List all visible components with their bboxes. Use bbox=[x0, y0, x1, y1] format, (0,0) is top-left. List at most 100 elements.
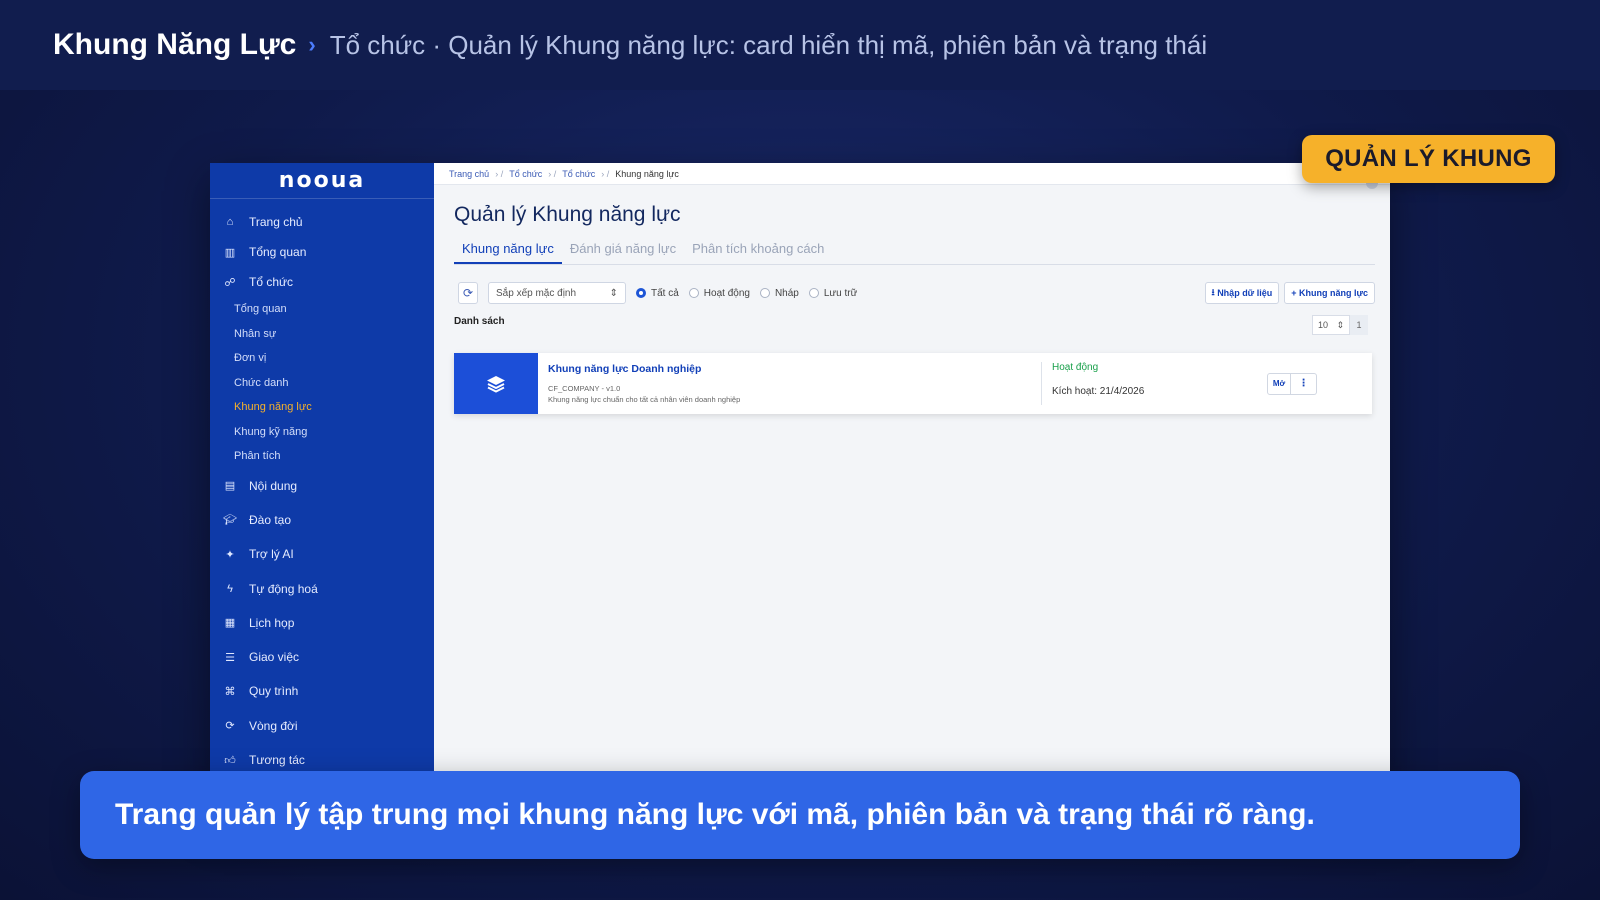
filter-label: Nháp bbox=[774, 287, 799, 299]
activation-date: Kích hoạt: 21/4/2026 bbox=[1052, 386, 1145, 397]
tab-bar: Khung năng lực Đánh giá năng lực Phân tí… bbox=[454, 237, 1375, 265]
cycle-icon: ⟳ bbox=[225, 720, 235, 733]
sidebar-item-label: Tổ chức bbox=[249, 275, 294, 289]
breadcrumb: Trang chủ › / Tổ chức › / Tổ chức › / Kh… bbox=[434, 163, 1390, 185]
section-badge: QUẢN LÝ KHUNG bbox=[1302, 135, 1555, 183]
filter-label: Hoạt động bbox=[703, 287, 750, 299]
page-title: Quản lý Khung năng lực bbox=[454, 203, 681, 226]
sidebar-item-content[interactable]: ▤ Nội dung bbox=[210, 469, 434, 503]
tasks-icon: ☰ bbox=[225, 651, 235, 664]
sidebar-item-training[interactable]: 🎓︎ Đào tạo bbox=[210, 503, 434, 537]
sidebar-subitem-personnel[interactable]: Nhân sự bbox=[210, 322, 434, 347]
refresh-button[interactable]: ⟳ bbox=[458, 282, 478, 304]
import-data-label: Nhập dữ liệu bbox=[1217, 288, 1273, 298]
caption-banner: Trang quản lý tập trung mọi khung năng l… bbox=[80, 771, 1520, 859]
org-icon: ☍ bbox=[224, 276, 236, 289]
radio-icon bbox=[688, 288, 699, 298]
sidebar: nooua ⌂ Trang chủ ▥ Tổng quan ☍ Tổ chức … bbox=[210, 163, 434, 813]
header-title: Khung Năng Lực bbox=[53, 28, 297, 61]
radio-icon bbox=[636, 288, 646, 298]
filter-all[interactable]: Tất cả bbox=[636, 288, 679, 299]
card-body: Khung năng lực Doanh nghiệp CF_COMPANY -… bbox=[538, 353, 1041, 414]
sidebar-item-label: Lịch họp bbox=[249, 615, 295, 630]
sidebar-item-automation[interactable]: ϟ Tự động hoá bbox=[210, 571, 434, 605]
thumbs-up-icon: 👍︎ bbox=[224, 754, 236, 767]
sort-select-value: Sắp xếp mặc định bbox=[496, 287, 577, 299]
sidebar-item-label: Tự động hoá bbox=[249, 581, 318, 596]
sidebar-item-label: Đào tạo bbox=[249, 512, 292, 527]
sidebar-item-label: Nội dung bbox=[249, 478, 298, 493]
sidebar-item-overview[interactable]: ▥ Tổng quan bbox=[210, 237, 434, 267]
app-window: nooua ⌂ Trang chủ ▥ Tổng quan ☍ Tổ chức … bbox=[210, 163, 1390, 813]
sidebar-item-label: Trợ lý AI bbox=[249, 547, 294, 562]
breadcrumb-item[interactable]: Tổ chức bbox=[509, 169, 542, 179]
import-data-button[interactable]: ⭳ Nhập dữ liệu bbox=[1204, 282, 1280, 304]
sidebar-item-ai-assistant[interactable]: ✦ Trợ lý AI bbox=[210, 537, 434, 571]
sidebar-subitem-units[interactable]: Đơn vị bbox=[210, 346, 434, 371]
card-title[interactable]: Khung năng lực Doanh nghiệp bbox=[548, 363, 1041, 375]
sidebar-item-label: Tương tác bbox=[249, 753, 305, 768]
filter-label: Lưu trữ bbox=[823, 287, 858, 299]
sidebar-item-label: Trang chủ bbox=[249, 215, 303, 229]
sort-select[interactable]: Sắp xếp mặc định ⇕ bbox=[488, 282, 626, 304]
sidebar-subitem-skill-frameworks[interactable]: Khung kỹ năng bbox=[210, 420, 434, 445]
page-size-value: 10 bbox=[1318, 320, 1329, 330]
breadcrumb-item[interactable]: Tổ chức bbox=[562, 169, 595, 179]
chart-icon: ▥ bbox=[224, 246, 236, 259]
chevron-updown-icon: ⇕ bbox=[609, 287, 618, 299]
add-framework-button[interactable]: + Khung năng lực bbox=[1284, 282, 1375, 304]
tab-gap-analysis[interactable]: Phân tích khoảng cách bbox=[684, 237, 832, 264]
top-header: Khung Năng Lực › Tổ chức · Quản lý Khung… bbox=[0, 0, 1600, 90]
filter-label: Tất cả bbox=[651, 287, 679, 299]
sidebar-item-label: Vòng đời bbox=[249, 718, 298, 733]
filter-active[interactable]: Hoạt động bbox=[688, 287, 750, 299]
home-icon: ⌂ bbox=[226, 216, 234, 228]
page-size-select[interactable]: 10 ⇕ bbox=[1312, 315, 1350, 335]
sparkle-icon: ✦ bbox=[225, 548, 235, 561]
sidebar-subitem-titles[interactable]: Chức danh bbox=[210, 371, 434, 396]
card-description: Khung năng lực chuẩn cho tất cả nhân viê… bbox=[548, 395, 741, 404]
chevron-updown-icon: ⇕ bbox=[1336, 319, 1344, 330]
radio-icon bbox=[759, 288, 770, 298]
radio-icon bbox=[808, 288, 819, 298]
sidebar-subitem-analytics[interactable]: Phân tích bbox=[210, 444, 434, 469]
breadcrumb-separator: › / bbox=[548, 168, 557, 179]
sidebar-item-lifecycle[interactable]: ⟳ Vòng đời bbox=[210, 709, 434, 743]
header-subtitle: Tổ chức · Quản lý Khung năng lực: card h… bbox=[329, 29, 1208, 60]
sidebar-item-organization[interactable]: ☍ Tổ chức bbox=[210, 267, 434, 297]
sidebar-item-home[interactable]: ⌂ Trang chủ bbox=[210, 207, 434, 237]
open-button[interactable]: Mở bbox=[1267, 372, 1291, 395]
filter-archived[interactable]: Lưu trữ bbox=[808, 287, 858, 299]
list-heading: Danh sách bbox=[454, 316, 505, 327]
book-icon: ▤ bbox=[224, 480, 236, 493]
main-content: Trang chủ › / Tổ chức › / Tổ chức › / Kh… bbox=[434, 163, 1390, 813]
sidebar-item-label: Giao việc bbox=[249, 650, 300, 665]
page-number[interactable]: 1 bbox=[1350, 315, 1368, 335]
breadcrumb-separator: › / bbox=[495, 168, 504, 179]
card-status-block: Hoạt động Kích hoạt: 21/4/2026 bbox=[1042, 353, 1265, 414]
status-badge: Hoạt động bbox=[1052, 362, 1099, 373]
framework-card[interactable]: Khung năng lực Doanh nghiệp CF_COMPANY -… bbox=[454, 353, 1372, 414]
tab-competency-assessment[interactable]: Đánh giá năng lực bbox=[562, 237, 684, 264]
sidebar-nav: ⌂ Trang chủ ▥ Tổng quan ☍ Tổ chức Tổng q… bbox=[210, 199, 434, 777]
workflow-icon: ⌘ bbox=[224, 685, 236, 698]
breadcrumb-item[interactable]: Trang chủ bbox=[449, 169, 489, 179]
sidebar-item-meetings[interactable]: ▦ Lịch họp bbox=[210, 606, 434, 640]
filter-draft[interactable]: Nháp bbox=[759, 287, 799, 299]
sidebar-subitem-competency-frameworks[interactable]: Khung năng lực bbox=[210, 395, 434, 420]
pagination: 10 ⇕ 1 bbox=[1312, 315, 1368, 335]
bolt-icon: ϟ bbox=[227, 582, 233, 595]
breadcrumb-current: Khung năng lực bbox=[615, 168, 679, 179]
toolbar: ⟳ Sắp xếp mặc định ⇕ Tất cả Hoạt động Nh… bbox=[458, 281, 1375, 305]
sidebar-subitem-overview[interactable]: Tổng quan bbox=[210, 297, 434, 322]
more-options-icon[interactable]: ⋮ bbox=[1291, 372, 1317, 395]
layers-icon bbox=[454, 353, 538, 414]
sidebar-item-label: Quy trình bbox=[249, 684, 299, 699]
tab-competency-frameworks[interactable]: Khung năng lực bbox=[454, 237, 562, 264]
sidebar-item-workflow[interactable]: ⌘ Quy trình bbox=[210, 674, 434, 708]
card-code-version: CF_COMPANY - v1.0 bbox=[548, 384, 621, 393]
sidebar-item-label: Tổng quan bbox=[249, 245, 307, 259]
breadcrumb-separator: › / bbox=[601, 168, 610, 179]
refresh-icon: ⟳ bbox=[462, 286, 474, 300]
sidebar-item-tasks[interactable]: ☰ Giao việc bbox=[210, 640, 434, 674]
